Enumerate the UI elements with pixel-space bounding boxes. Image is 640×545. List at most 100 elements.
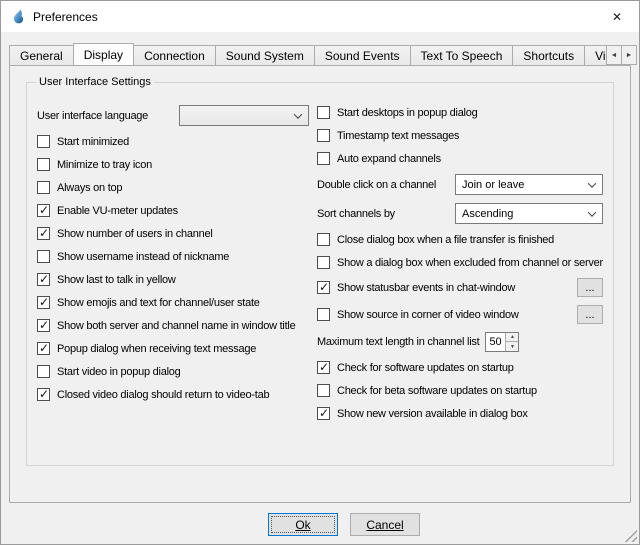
spinner-up-icon[interactable]: ▲	[505, 333, 518, 342]
checkbox-box	[317, 256, 330, 269]
titlebar[interactable]: Preferences ✕	[1, 1, 639, 32]
checkbox-video-source-corner[interactable]: Show source in corner of video window	[317, 307, 519, 322]
checkbox-box	[37, 158, 50, 171]
chevron-down-icon	[294, 110, 302, 118]
checkbox-box	[37, 227, 50, 240]
chevron-down-icon	[588, 208, 596, 216]
checkbox-timestamp-messages[interactable]: Timestamp text messages	[317, 128, 603, 143]
language-select[interactable]	[179, 105, 309, 126]
checkbox-closed-video-return[interactable]: Closed video dialog should return to vid…	[37, 387, 309, 402]
statusbar-events-more-button[interactable]: ...	[577, 278, 603, 297]
checkbox-box	[37, 342, 50, 355]
checkbox-label: Minimize to tray icon	[57, 159, 152, 171]
checkbox-label: Show username instead of nickname	[57, 251, 229, 263]
app-icon	[10, 9, 26, 25]
max-text-length-row: Maximum text length in channel list 50 ▲…	[317, 332, 603, 352]
double-click-value: Join or leave	[462, 179, 524, 191]
checkbox-label: Auto expand channels	[337, 153, 441, 165]
checkbox-label: Closed video dialog should return to vid…	[57, 389, 269, 401]
sort-channels-value: Ascending	[462, 208, 513, 220]
checkbox-server-channel-in-title[interactable]: Show both server and channel name in win…	[37, 318, 309, 333]
checkbox-check-beta-updates[interactable]: Check for beta software updates on start…	[317, 383, 603, 398]
tab-sound-events[interactable]: Sound Events	[314, 45, 411, 65]
checkbox-label: Check for software updates on startup	[337, 362, 514, 374]
chevron-down-icon	[588, 179, 596, 187]
ok-button[interactable]: Ok	[268, 513, 338, 536]
max-text-length-spinner[interactable]: 50 ▲ ▼	[485, 332, 519, 352]
video-source-more-button[interactable]: ...	[577, 305, 603, 324]
checkbox-label: Show last to talk in yellow	[57, 274, 176, 286]
checkbox-label: Show both server and channel name in win…	[57, 320, 295, 332]
max-text-length-label: Maximum text length in channel list	[317, 336, 479, 348]
tab-display[interactable]: Display	[73, 43, 134, 65]
spinner-down-icon[interactable]: ▼	[505, 342, 518, 351]
checkbox-show-username[interactable]: Show username instead of nickname	[37, 249, 309, 264]
checkbox-dialog-when-excluded[interactable]: Show a dialog box when excluded from cha…	[317, 255, 603, 270]
checkbox-box	[317, 308, 330, 321]
checkbox-statusbar-events[interactable]: Show statusbar events in chat-window	[317, 280, 515, 295]
checkbox-box	[317, 384, 330, 397]
checkbox-always-on-top[interactable]: Always on top	[37, 180, 309, 195]
checkbox-box	[317, 233, 330, 246]
checkbox-box	[317, 152, 330, 165]
checkbox-new-version-dialog[interactable]: Show new version available in dialog box	[317, 406, 603, 421]
checkbox-show-emojis[interactable]: Show emojis and text for channel/user st…	[37, 295, 309, 310]
checkbox-close-on-transfer-finished[interactable]: Close dialog box when a file transfer is…	[317, 232, 603, 247]
checkbox-box	[317, 361, 330, 374]
checkbox-label: Popup dialog when receiving text message	[57, 343, 256, 355]
checkbox-box	[37, 250, 50, 263]
tab-scroll-right-icon[interactable]: ►	[621, 45, 637, 65]
close-button[interactable]: ✕	[595, 1, 639, 32]
statusbar-events-row: Show statusbar events in chat-window ...	[317, 278, 603, 297]
checkbox-box	[37, 181, 50, 194]
double-click-select[interactable]: Join or leave	[455, 174, 603, 195]
tab-text-to-speech[interactable]: Text To Speech	[410, 45, 514, 65]
checkbox-show-user-count[interactable]: Show number of users in channel	[37, 226, 309, 241]
checkbox-vu-meter-updates[interactable]: Enable VU-meter updates	[37, 203, 309, 218]
tab-strip: General Display Connection Sound System …	[9, 42, 609, 65]
sort-channels-select[interactable]: Ascending	[455, 203, 603, 224]
checkbox-label: Start video in popup dialog	[57, 366, 181, 378]
tab-bar: General Display Connection Sound System …	[9, 44, 631, 65]
checkbox-popup-text-message[interactable]: Popup dialog when receiving text message	[37, 341, 309, 356]
sort-channels-label: Sort channels by	[317, 208, 395, 220]
checkbox-start-minimized[interactable]: Start minimized	[37, 134, 309, 149]
checkbox-box	[37, 296, 50, 309]
left-column: User interface language Start minimized …	[37, 105, 309, 421]
tab-general[interactable]: General	[9, 45, 74, 65]
language-row: User interface language	[37, 105, 309, 126]
checkbox-auto-expand-channels[interactable]: Auto expand channels	[317, 151, 603, 166]
checkbox-label: Show a dialog box when excluded from cha…	[337, 257, 603, 269]
checkbox-start-desktops-popup[interactable]: Start desktops in popup dialog	[317, 105, 603, 120]
double-click-row: Double click on a channel Join or leave	[317, 174, 603, 195]
checkbox-video-popup-dialog[interactable]: Start video in popup dialog	[37, 364, 309, 379]
checkbox-box	[37, 388, 50, 401]
checkbox-check-updates[interactable]: Check for software updates on startup	[317, 360, 603, 375]
checkbox-box	[37, 273, 50, 286]
tab-sound-system[interactable]: Sound System	[215, 45, 315, 65]
language-label: User interface language	[37, 110, 148, 122]
checkbox-minimize-to-tray[interactable]: Minimize to tray icon	[37, 157, 309, 172]
checkbox-box	[37, 365, 50, 378]
checkbox-label: Show emojis and text for channel/user st…	[57, 297, 260, 309]
checkbox-label: Timestamp text messages	[337, 130, 459, 142]
video-source-row: Show source in corner of video window ..…	[317, 305, 603, 324]
checkbox-box	[317, 281, 330, 294]
checkbox-label: Show number of users in channel	[57, 228, 213, 240]
tab-shortcuts[interactable]: Shortcuts	[512, 45, 585, 65]
sort-channels-row: Sort channels by Ascending	[317, 203, 603, 224]
preferences-window: Preferences ✕ General Display Connection…	[0, 0, 640, 545]
spinner-value: 50	[486, 333, 505, 351]
checkbox-last-to-talk-yellow[interactable]: Show last to talk in yellow	[37, 272, 309, 287]
checkbox-label: Start minimized	[57, 136, 129, 148]
checkbox-box	[37, 204, 50, 217]
tab-connection[interactable]: Connection	[133, 45, 216, 65]
checkbox-box	[37, 135, 50, 148]
tab-scroller: ◄ ►	[606, 45, 637, 65]
checkbox-box	[317, 106, 330, 119]
checkbox-label: Show statusbar events in chat-window	[337, 282, 515, 294]
tab-scroll-left-icon[interactable]: ◄	[606, 45, 622, 65]
cancel-button[interactable]: Cancel	[350, 513, 420, 536]
checkbox-label: Show new version available in dialog box	[337, 408, 528, 420]
spinner-buttons: ▲ ▼	[505, 333, 518, 351]
